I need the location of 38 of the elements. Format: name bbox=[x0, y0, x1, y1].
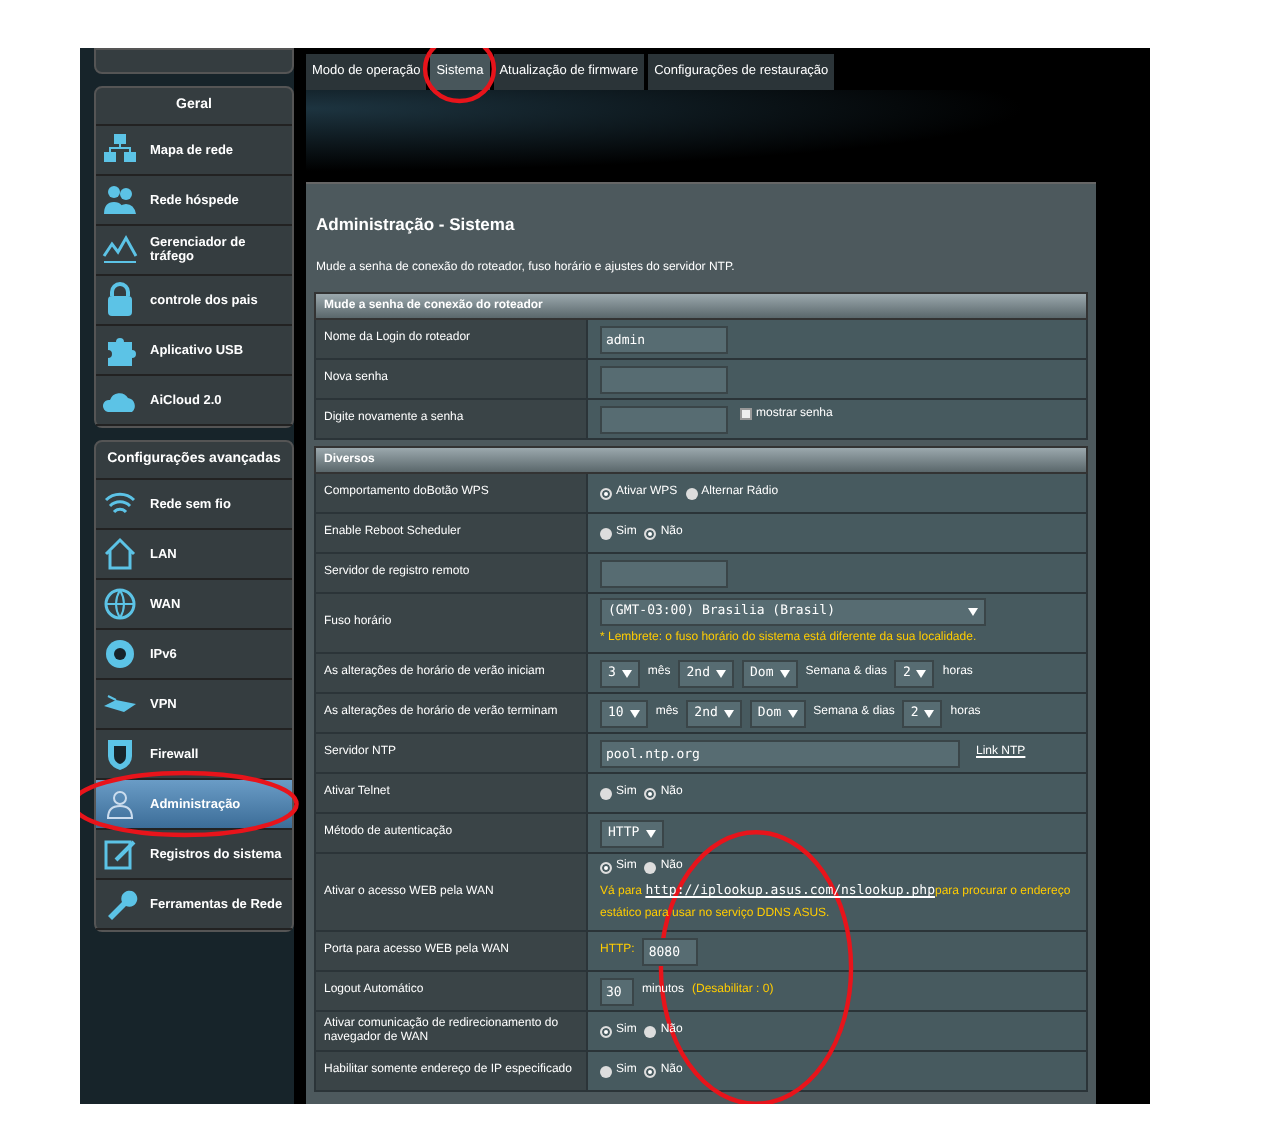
radio-button[interactable] bbox=[644, 1025, 657, 1037]
radio-button[interactable] bbox=[600, 1065, 612, 1077]
sidebar-icon bbox=[102, 132, 138, 168]
radio-button[interactable] bbox=[685, 487, 698, 499]
caret-icon bbox=[723, 709, 734, 717]
input-field[interactable] bbox=[600, 559, 728, 587]
radio-button[interactable] bbox=[600, 487, 612, 499]
sidebar-icon bbox=[102, 586, 138, 622]
sidebar-icon bbox=[102, 232, 138, 268]
caret-icon bbox=[621, 669, 632, 677]
input-field[interactable] bbox=[600, 405, 728, 433]
radio-button[interactable] bbox=[644, 1065, 657, 1077]
sidebar-icon bbox=[102, 786, 138, 822]
checkbox[interactable] bbox=[740, 408, 752, 420]
sidebar-icon bbox=[102, 636, 138, 672]
radio-button[interactable] bbox=[644, 861, 657, 873]
sidebar-icon bbox=[102, 282, 138, 318]
sidebar-icon bbox=[102, 182, 138, 218]
caret-icon bbox=[645, 829, 656, 837]
radio-button[interactable] bbox=[644, 787, 657, 799]
caret-icon bbox=[716, 669, 727, 677]
radio-button[interactable] bbox=[600, 1025, 612, 1037]
caret-icon bbox=[787, 709, 798, 717]
caret-icon bbox=[968, 608, 978, 616]
caret-icon bbox=[916, 669, 927, 677]
caret-icon bbox=[924, 709, 935, 717]
radio-button[interactable] bbox=[600, 787, 612, 799]
radio-button[interactable] bbox=[600, 527, 612, 539]
input-field[interactable] bbox=[600, 365, 728, 393]
radio-button[interactable] bbox=[644, 527, 657, 539]
sidebar-icon bbox=[102, 736, 138, 772]
radio-button[interactable] bbox=[600, 861, 612, 873]
sidebar-icon bbox=[102, 836, 138, 872]
caret-icon bbox=[629, 709, 640, 717]
sidebar-icon bbox=[102, 536, 138, 572]
caret-icon bbox=[779, 669, 790, 677]
sidebar-icon bbox=[102, 332, 138, 368]
panel-title: Administração - Sistema bbox=[316, 212, 517, 238]
